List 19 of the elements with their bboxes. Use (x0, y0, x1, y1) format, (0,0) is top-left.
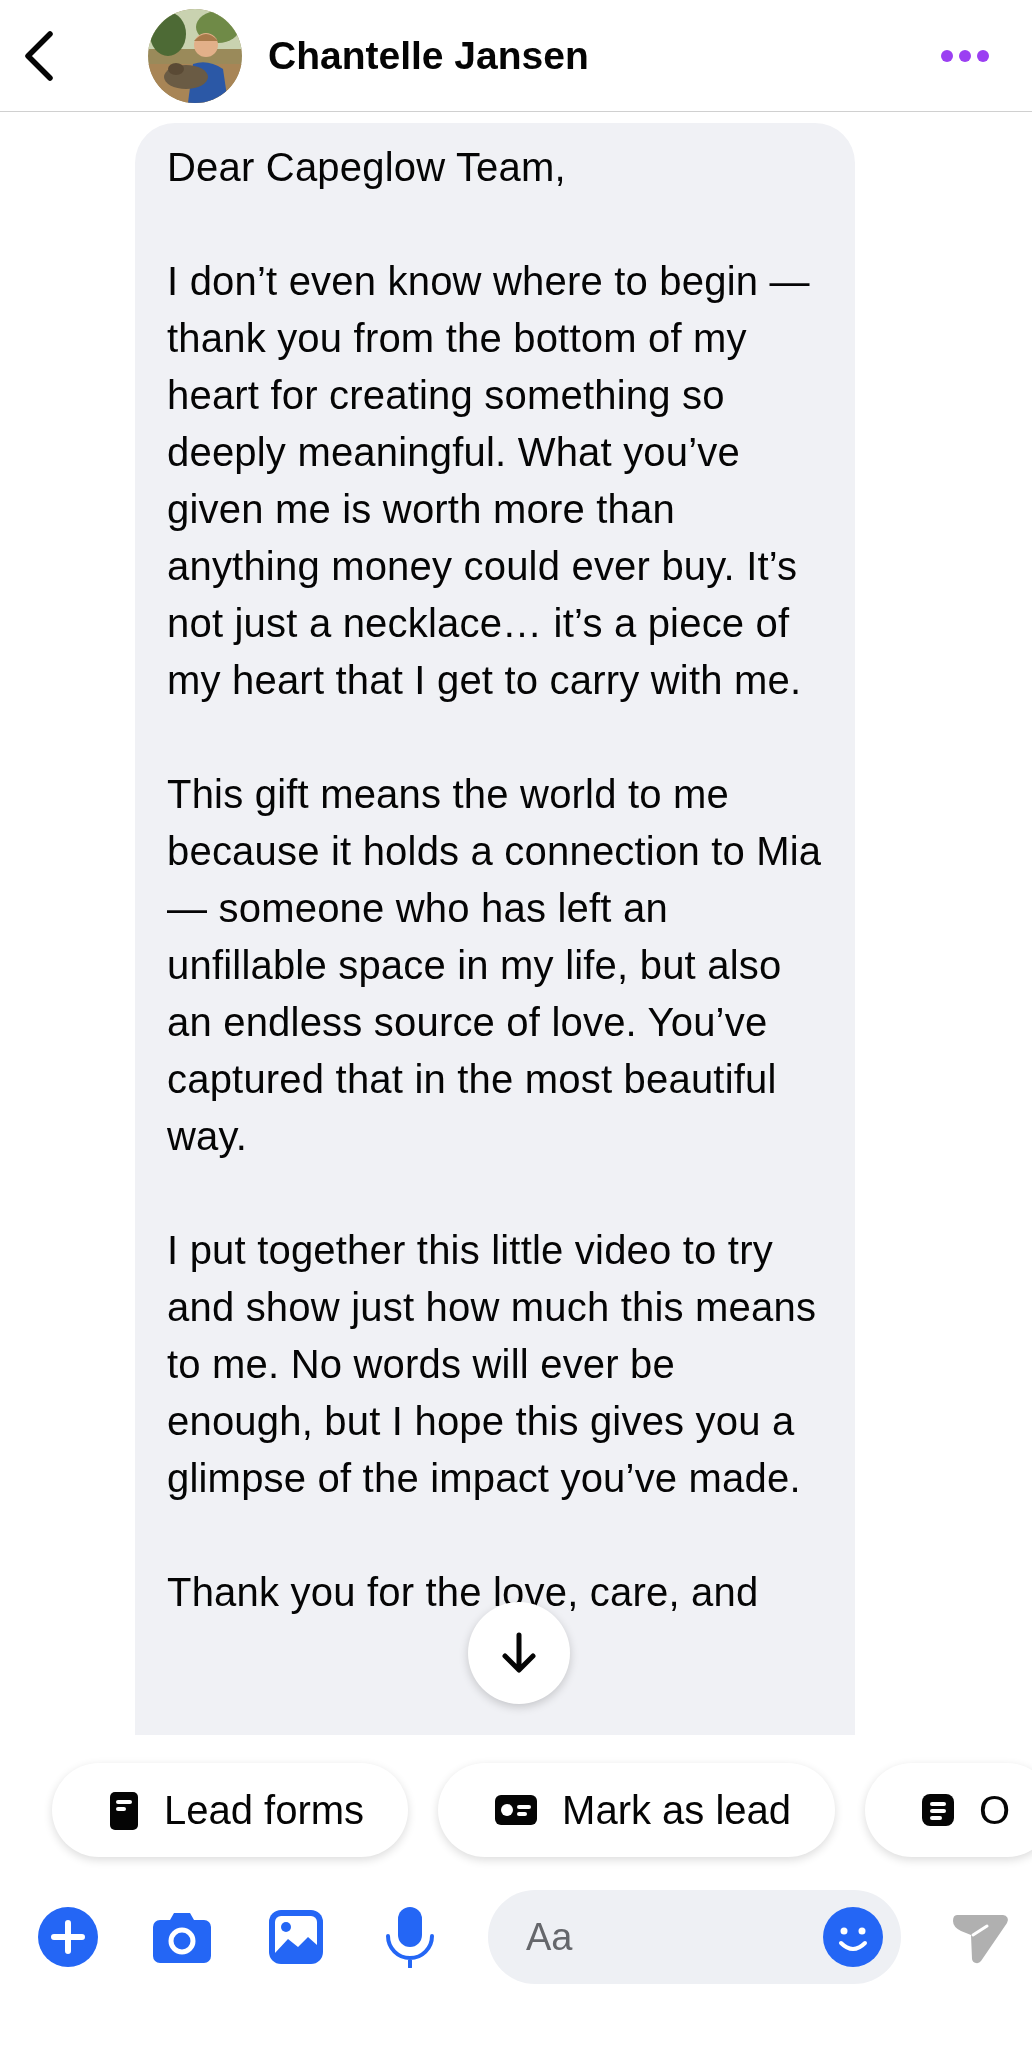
message-text: I don’t even know where to begin — thank you from the bottom of my heart for creating something so deeply meaningful. What you’ve given me is worth more than anything money could ever buy. It’s not just a necklace… it’s a piece of my heart that I get to carry with me. (167, 258, 811, 704)
contact-name: Chantelle Jansen (268, 33, 590, 78)
quick-action-button[interactable]: O (865, 1763, 1032, 1857)
more-icon[interactable] (940, 48, 990, 63)
message-text: Dear Capeglow Team, (167, 144, 567, 191)
add-icon[interactable] (38, 1907, 98, 1967)
microphone-icon[interactable] (384, 1906, 436, 1968)
image-icon[interactable] (266, 1907, 326, 1967)
camera-icon[interactable] (152, 1910, 212, 1964)
document-icon (108, 1790, 140, 1830)
quick-action-button[interactable]: Lead forms (52, 1763, 409, 1857)
message-field[interactable]: Aa (488, 1890, 901, 1984)
emoji-icon[interactable] (823, 1907, 883, 1967)
message-text: This gift means the world to me because it holds a connection to Mia — someone who has left an unfillable space in my life, but also an endless source of love. You’ve captured that in the most beautiful way. (167, 771, 823, 1160)
id-card-icon (494, 1794, 539, 1826)
down-arrow-icon (499, 1631, 539, 1675)
quick-action-button[interactable]: Mark as lead (438, 1763, 836, 1857)
note-icon (921, 1793, 956, 1827)
message-text: I put together this little video to try and show just how much this means to me. No words will ever be enough, but I hope this gives you a glimpse of the impact you’ve made. (167, 1227, 818, 1502)
